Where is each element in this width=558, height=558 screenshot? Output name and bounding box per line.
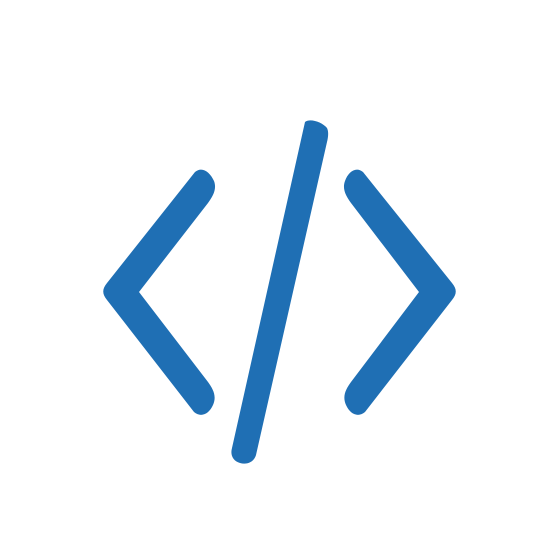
icon-canvas — [0, 0, 558, 558]
right-chevron-icon — [343, 169, 456, 415]
left-chevron-icon — [103, 169, 216, 415]
slash-icon — [231, 120, 329, 464]
code-icon — [103, 120, 456, 464]
